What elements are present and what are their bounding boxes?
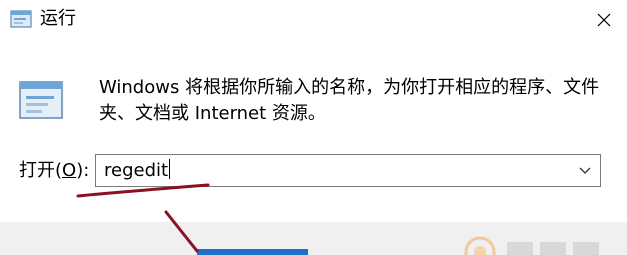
open-input[interactable]: regedit	[104, 159, 171, 183]
run-app-icon	[10, 10, 32, 28]
open-hotkey: O	[62, 160, 77, 181]
watermark-logo	[464, 236, 599, 255]
open-label: 打开(O):	[19, 160, 90, 181]
dialog-title: 运行	[40, 8, 76, 29]
dialog-description: Windows 将根据你所输入的名称，为你打开相应的程序、文件夹、文档或 Int…	[99, 77, 600, 124]
run-app-icon	[19, 81, 63, 119]
title-bar: 运行	[0, 0, 627, 40]
chevron-down-icon	[579, 167, 591, 174]
ok-button[interactable]	[197, 249, 308, 255]
dropdown-button[interactable]	[570, 155, 600, 186]
open-combobox[interactable]: regedit	[95, 154, 601, 187]
close-icon	[597, 13, 611, 27]
close-button[interactable]	[581, 0, 627, 40]
text-caret	[169, 159, 171, 179]
